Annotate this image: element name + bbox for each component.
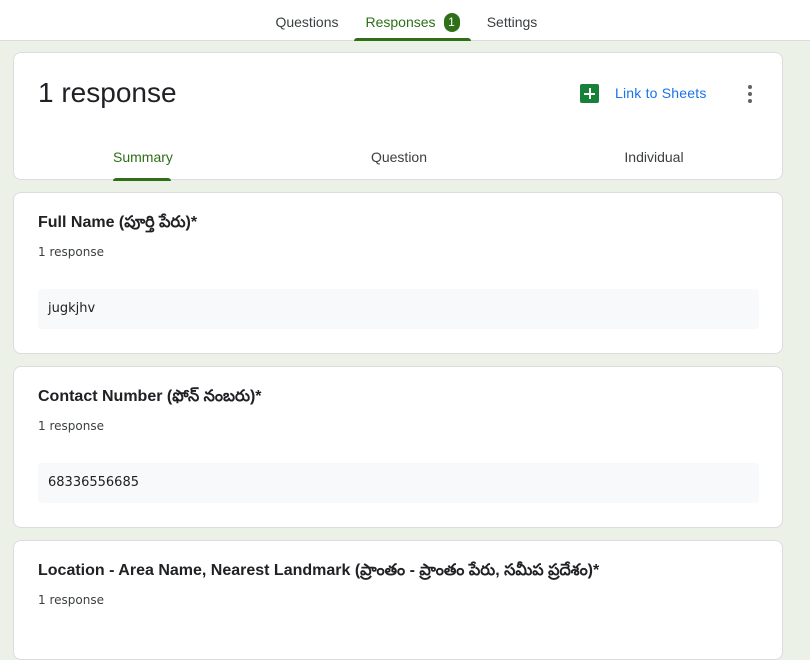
tab-summary-label: Summary [113,149,173,165]
tab-settings[interactable]: Settings [477,0,547,40]
response-count-title: 1 response [38,77,177,108]
tab-responses-indicator [354,38,471,41]
answer-value: jugkjhv [38,289,759,329]
answer-value: 68336556685 [38,463,759,503]
responses-summary-card: 1 response Link to Sheets Summary Questi… [13,52,783,181]
tab-summary-indicator [113,178,171,181]
question-response-count: 1 response [38,419,104,433]
tab-responses-label: Responses [365,14,436,30]
question-card: Full Name (పూర్తి పేరు)* 1 response jugk… [13,192,783,354]
tab-individual[interactable]: Individual [618,137,690,181]
question-title: Full Name (పూర్తి పేరు)* [38,214,198,231]
question-title: Contact Number (ఫోన్ నంబరు)* [38,388,262,405]
question-response-count: 1 response [38,593,104,607]
tab-summary[interactable]: Summary [113,137,173,181]
link-to-sheets-label: Link to Sheets [615,85,707,101]
tab-question-label: Question [370,149,428,165]
google-sheets-icon [580,83,599,103]
link-to-sheets-button[interactable]: Link to Sheets [580,81,707,105]
tab-settings-label: Settings [486,14,538,30]
tab-question[interactable]: Question [364,137,434,181]
tab-individual-label: Individual [624,149,684,165]
question-response-count: 1 response [38,245,104,259]
top-nav-bar: Questions Responses 1 Settings [0,0,810,41]
tab-questions-label: Questions [275,14,339,30]
tab-responses[interactable]: Responses 1 [354,0,471,41]
question-card: Contact Number (ఫోన్ నంబరు)* 1 response … [13,366,783,528]
question-title: Location - Area Name, Nearest Landmark (… [38,562,600,579]
more-vert-icon[interactable] [742,83,758,105]
question-card: Location - Area Name, Nearest Landmark (… [13,540,783,660]
tab-questions[interactable]: Questions [266,0,348,40]
responses-count-badge: 1 [443,13,460,32]
